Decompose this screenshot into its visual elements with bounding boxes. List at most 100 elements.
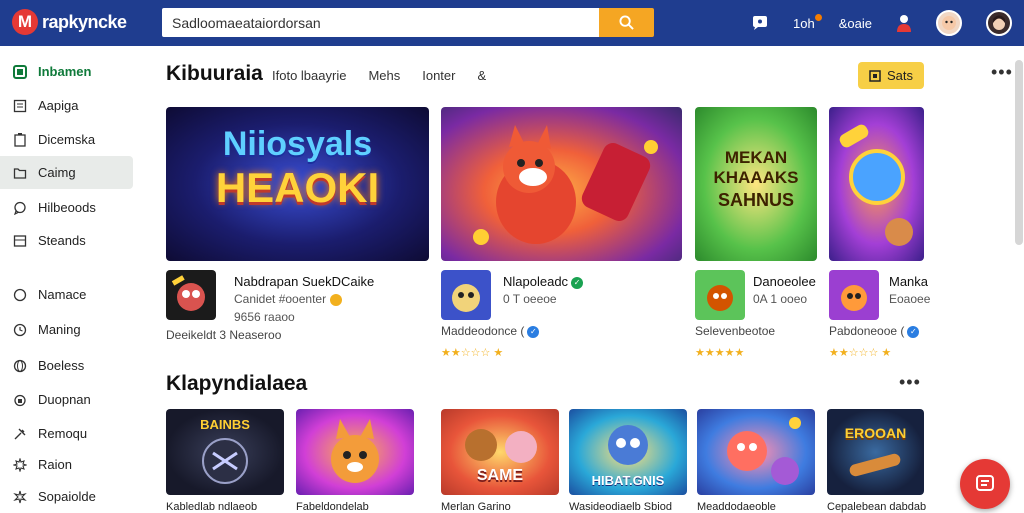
sidebar-item-label: Hilbeoods [38, 200, 96, 215]
tab-3[interactable]: Ionter [422, 68, 455, 83]
tab-4[interactable]: & [477, 68, 486, 83]
game-developer-text: Maddeodonce ( [441, 324, 525, 338]
sales-button[interactable]: Sats [858, 62, 924, 89]
game-controller-icon [12, 64, 28, 80]
tab-2[interactable]: Mehs [368, 68, 400, 83]
avatar-face-icon [942, 16, 956, 30]
tile-art-icon [202, 438, 248, 484]
featured-banner-4[interactable] [829, 107, 924, 261]
search-button[interactable] [599, 8, 654, 37]
grid-icon [12, 233, 28, 249]
sidebar-item-namace[interactable]: Namace [0, 278, 133, 311]
game-tile-1[interactable]: BAINBS [166, 409, 284, 495]
verified-icon: ✓ [527, 325, 540, 338]
game-thumbnail [441, 270, 491, 320]
top-bar: M rapkyncke 1oh &oaie [0, 0, 1024, 46]
game-tile-5[interactable] [697, 409, 815, 495]
account-avatar-button[interactable] [986, 10, 1012, 36]
account-avatar [986, 10, 1012, 36]
sidebar-item-dicemska[interactable]: Dicemska [0, 123, 133, 156]
more-options-icon[interactable]: ••• [991, 63, 1013, 81]
search-icon [619, 15, 634, 30]
coin-icon [330, 293, 343, 306]
fox-character-icon [473, 125, 658, 245]
sales-button-label: Sats [886, 68, 913, 83]
sidebar-item-label: Dicemska [38, 132, 96, 147]
folder-icon [12, 165, 28, 181]
sidebar-item-duopnan[interactable]: Duopnan [0, 383, 133, 416]
game-developer: Selevenbeotoe [695, 324, 776, 338]
sidebar-item-remoqu[interactable]: Remoqu [0, 417, 133, 450]
sidebar-item-label: Raion [38, 457, 72, 472]
sidebar-item-label: Duopnan [38, 392, 91, 407]
header-tabs: Ifoto lbaayrie Mehs Ionter & [272, 68, 508, 83]
tile-label: Merlan Garino [441, 501, 511, 513]
banner-title-line2: HEAOKI [215, 164, 380, 211]
featured-card-3[interactable]: Danoeolee 0A 1 ooeo Selevenbeotoe ★★★★★ [695, 270, 817, 360]
search-input[interactable] [162, 8, 600, 37]
avatar [936, 10, 962, 36]
lock-icon [12, 392, 28, 408]
tab-1[interactable]: Ifoto lbaayrie [272, 68, 346, 83]
sidebar-item-hilbeoods[interactable]: Hilbeoods [0, 191, 133, 224]
sidebar-item-label: Remoqu [38, 426, 88, 441]
featured-card-1[interactable]: Nabdrapan SuekDCaike Canidet #ooenter 96… [166, 270, 429, 360]
game-tile-6[interactable]: EROOAN [827, 409, 924, 495]
tile-label: Fabeldondelab [296, 501, 369, 513]
top-right-actions: 1oh &oaie [727, 6, 1012, 40]
game-tile-4[interactable]: HIBAT.GNIS [569, 409, 687, 495]
avatar-button[interactable] [936, 10, 962, 36]
verified-icon: ✓ [907, 325, 920, 338]
logo-text: rapkyncke [42, 11, 127, 32]
box-icon [869, 69, 881, 82]
sidebar-item-label: Caimg [38, 165, 76, 180]
rating-stars: ★★☆☆☆ ★ [829, 347, 892, 359]
game-developer: Pabdoneooe (✓ [829, 324, 920, 338]
tile-art-icon [331, 419, 379, 483]
sidebar-item-maning[interactable]: Maning [0, 313, 133, 346]
rating-stars: ★★★★★ [695, 347, 745, 359]
person-icon [897, 15, 911, 32]
game-developer: Maddeodonce (✓ [441, 324, 540, 338]
notifications-button[interactable]: 1oh [793, 13, 822, 31]
user-alert-button[interactable] [896, 14, 912, 32]
featured-banner-3[interactable]: MEKAN KHAAAKS SAHNUS [695, 107, 817, 261]
search-bar [162, 8, 654, 37]
sidebar-item-inbamen[interactable]: Inbamen [0, 55, 133, 88]
sidebar-item-boeless[interactable]: Boeless [0, 349, 133, 382]
game-tile-2[interactable] [296, 409, 414, 495]
sidebar-item-raion[interactable]: Raion [0, 448, 133, 481]
chat-fab-button[interactable] [960, 459, 1010, 509]
scrollbar[interactable] [1015, 60, 1023, 245]
featured-card-4[interactable]: Manka Eoaoee Pabdoneooe (✓ ★★☆☆☆ ★ [829, 270, 930, 360]
tile-label: Meaddodaeoble [697, 501, 776, 513]
character-art-icon [839, 124, 913, 246]
featured-banner-1[interactable]: Niiosyals HEAOKI [166, 107, 429, 261]
game-subtitle-text: Eoaoee [889, 292, 931, 306]
globe-icon [12, 358, 28, 374]
featured-banner-2[interactable] [441, 107, 682, 261]
game-developer-text: Pabdoneooe ( [829, 324, 905, 338]
messages-button[interactable] [751, 15, 769, 31]
app-logo[interactable]: M rapkyncke [12, 9, 127, 35]
profile-label[interactable]: &oaie [839, 16, 872, 31]
game-title-text: Nlapoleadc [503, 274, 569, 289]
chat-icon [12, 200, 28, 216]
sidebar-item-caimg[interactable]: Caimg [0, 156, 133, 189]
verified-icon: ✓ [571, 276, 584, 289]
sidebar-item-sopaiolde[interactable]: Sopaiolde [0, 480, 133, 513]
featured-card-2[interactable]: Nlapoleadc ✓ 0 T oeeoe Maddeodonce (✓ ★★☆… [441, 270, 682, 360]
document-icon [12, 98, 28, 114]
banner-title-line2: KHAAAKS [713, 168, 799, 187]
section-more-icon[interactable]: ••• [899, 373, 921, 391]
sidebar-item-steands[interactable]: Steands [0, 224, 133, 257]
settings-icon [12, 489, 28, 505]
page-title: Kibuuraia [166, 62, 263, 85]
rating-stars: ★★☆☆☆ ★ [441, 347, 504, 359]
banner-title-line3: SAHNUS [717, 190, 794, 210]
game-tile-3[interactable]: SAME [441, 409, 559, 495]
game-title: Nlapoleadc ✓ [503, 274, 584, 289]
sidebar-item-aapiga[interactable]: Aapiga [0, 89, 133, 122]
game-subtitle: 0 T oeeoe [503, 292, 557, 306]
game-developer: Deeikeldt 3 Neaseroo [166, 328, 282, 342]
